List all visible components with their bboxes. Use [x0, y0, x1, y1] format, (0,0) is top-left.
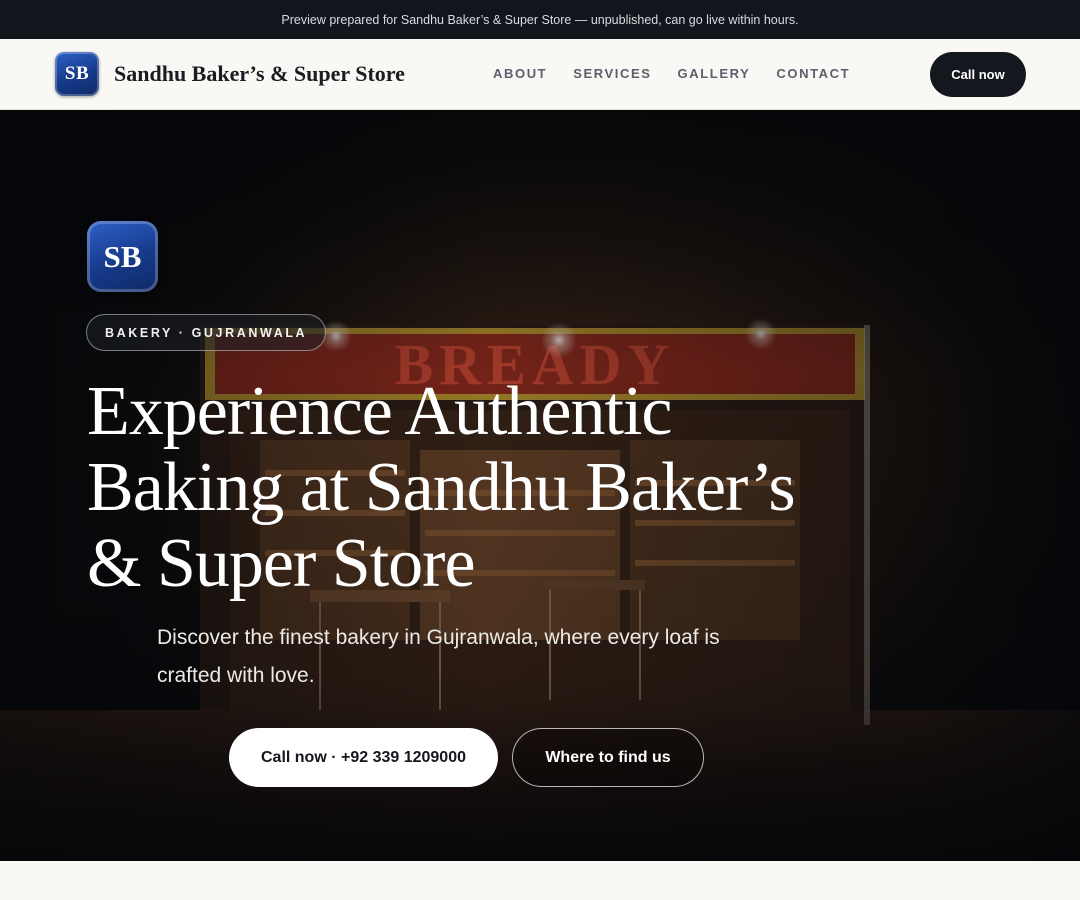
main-nav: ABOUT SERVICES GALLERY CONTACT	[493, 66, 850, 81]
brand-logo-text: SB	[64, 63, 90, 84]
hero-location-button[interactable]: Where to find us	[512, 728, 704, 787]
brand-logo[interactable]: SB	[55, 52, 99, 96]
nav-link-about[interactable]: ABOUT	[493, 66, 547, 81]
hero-title: Experience Authentic Baking at Sandhu Ba…	[87, 373, 796, 602]
nav-link-gallery[interactable]: GALLERY	[678, 66, 751, 81]
preview-banner-text: Preview prepared for Sandhu Baker’s & Su…	[281, 12, 799, 27]
hero-call-button[interactable]: Call now · +92 339 1209000	[229, 728, 498, 787]
site-header: SB Sandhu Baker’s & Super Store ABOUT SE…	[0, 39, 1080, 110]
hero-section: BREADY	[0, 110, 1080, 861]
hero-subtitle: Discover the finest bakery in Gujranwala…	[157, 626, 720, 687]
header-call-button[interactable]: Call now	[930, 52, 1026, 97]
hero-logo-text: SB	[103, 238, 142, 274]
nav-link-contact[interactable]: CONTACT	[776, 66, 850, 81]
brand-name[interactable]: Sandhu Baker’s & Super Store	[114, 61, 405, 87]
hero-category-badge: BAKERY · GUJRANWALA	[86, 314, 327, 351]
hero-logo: SB	[87, 221, 158, 292]
preview-banner: Preview prepared for Sandhu Baker’s & Su…	[0, 0, 1080, 39]
nav-link-services[interactable]: SERVICES	[573, 66, 651, 81]
